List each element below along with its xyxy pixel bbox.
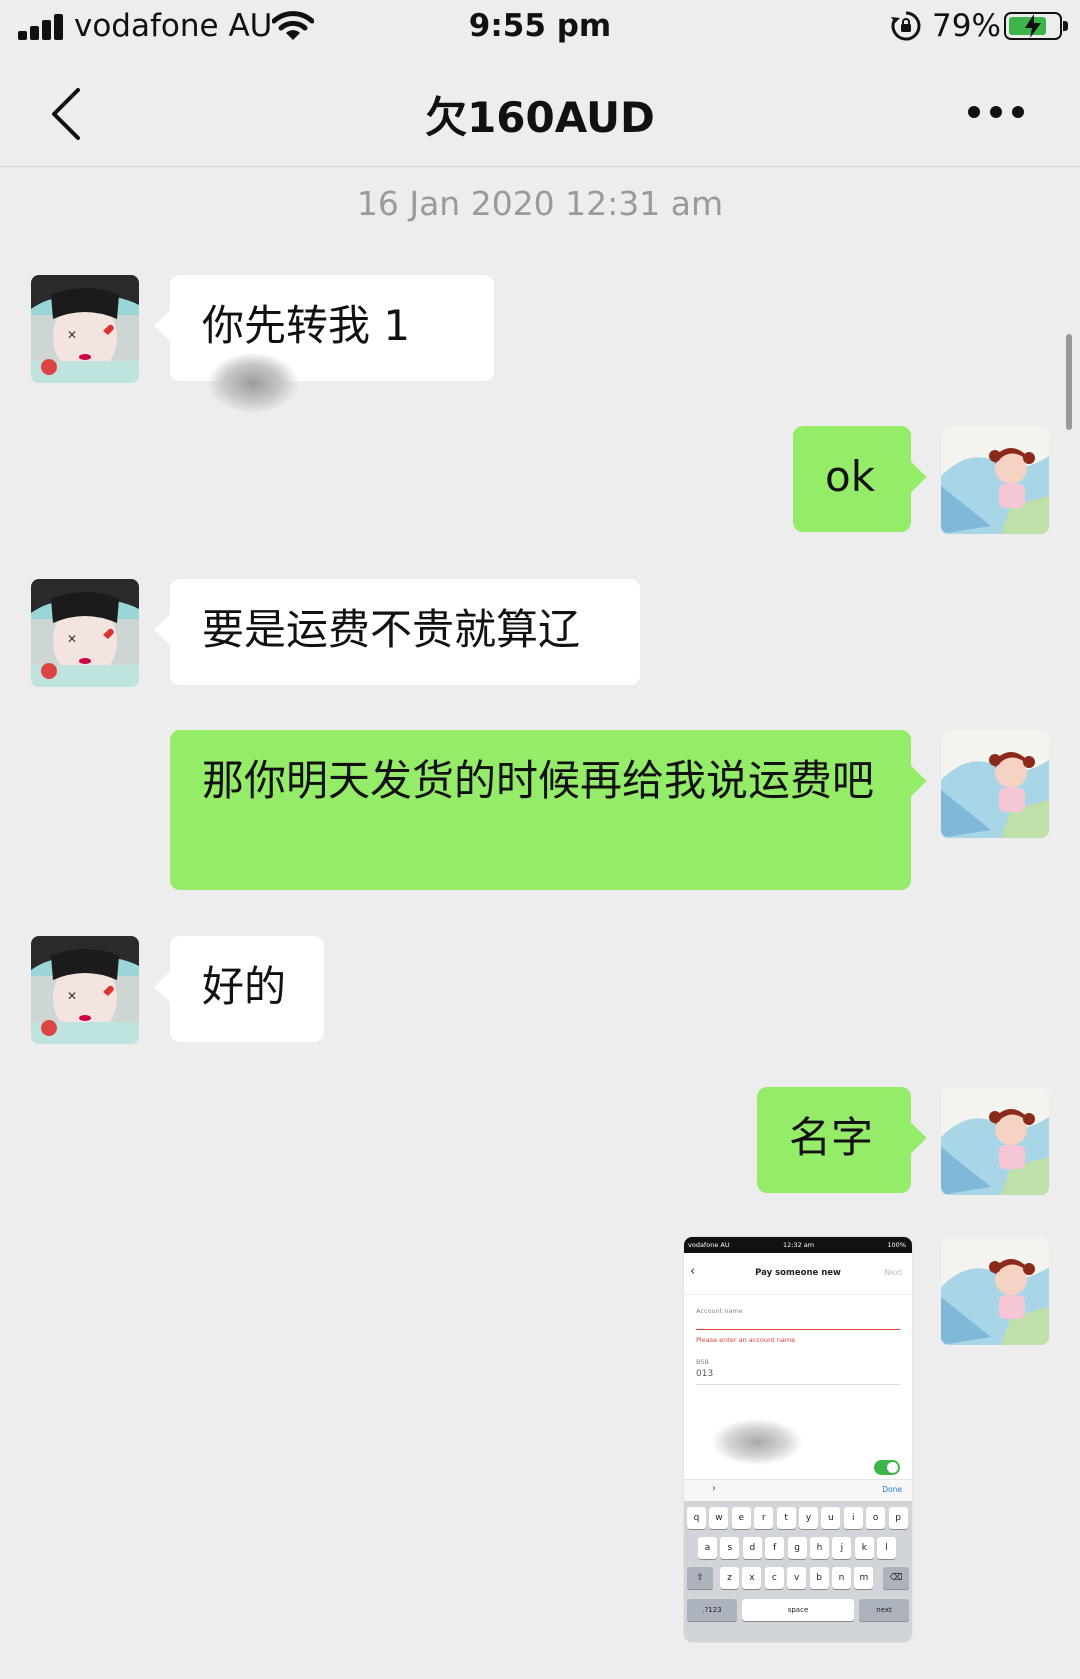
more-options-icon[interactable] xyxy=(968,106,1024,120)
screenshot-title: Pay someone new xyxy=(755,1268,841,1278)
status-bar: vodafone AU 9:55 pm 79% xyxy=(0,0,1080,62)
message-text: 那你明天发货的时候再给我说运费吧 xyxy=(202,756,875,805)
svg-text:✕: ✕ xyxy=(67,328,77,342)
user-avatar[interactable] xyxy=(941,426,1049,534)
message-text: 好的 xyxy=(202,962,287,1011)
user-avatar[interactable] xyxy=(941,1237,1049,1345)
screenshot-key: m xyxy=(854,1567,874,1589)
screenshot-key: z xyxy=(720,1567,739,1589)
screenshot-key: u xyxy=(821,1507,841,1529)
screenshot-toggle xyxy=(874,1460,900,1475)
message-timestamp: 16 Jan 2020 12:31 am xyxy=(356,184,724,223)
screenshot-key: q xyxy=(687,1507,706,1529)
svg-text:✕: ✕ xyxy=(67,989,77,1003)
message-bubble-outgoing[interactable]: ok xyxy=(793,426,911,532)
screenshot-bsb-label: BSB xyxy=(696,1358,709,1366)
screenshot-header: ‹ Pay someone new Next xyxy=(684,1253,912,1295)
scrollbar[interactable] xyxy=(1066,334,1072,430)
screenshot-error: Please enter an account name xyxy=(696,1336,796,1344)
screenshot-key: g xyxy=(787,1537,807,1559)
screenshot-key-space: space xyxy=(742,1599,854,1621)
screenshot-key: r xyxy=(754,1507,774,1529)
screenshot-key: t xyxy=(776,1507,796,1529)
redaction-smudge xyxy=(712,1419,802,1465)
screenshot-key: f xyxy=(765,1537,785,1559)
screenshot-battery: 100% xyxy=(887,1241,906,1249)
screenshot-delete-key: ⌫ xyxy=(883,1567,909,1589)
message-text: ok xyxy=(825,452,876,501)
rotation-lock-icon xyxy=(891,11,921,41)
screenshot-key: h xyxy=(810,1537,829,1559)
message-text: 要是运费不贵就算辽 xyxy=(202,605,581,654)
screenshot-key: s xyxy=(720,1537,740,1559)
charging-bolt-icon xyxy=(1025,14,1041,38)
svg-text:✕: ✕ xyxy=(67,632,77,646)
message-bubble-incoming[interactable]: 你先转我 1 xyxy=(170,275,494,413)
screenshot-time: 12:32 am xyxy=(783,1241,815,1249)
screenshot-key: l xyxy=(877,1537,897,1559)
user-avatar[interactable] xyxy=(941,1087,1049,1195)
screenshot-key: w xyxy=(709,1507,729,1529)
screenshot-key: j xyxy=(832,1537,852,1559)
screenshot-key: c xyxy=(764,1567,784,1589)
screenshot-key: a xyxy=(698,1537,717,1559)
redaction-smudge xyxy=(208,353,298,413)
screenshot-key-next: next xyxy=(859,1599,909,1621)
screenshot-key: v xyxy=(787,1567,807,1589)
screenshot-chevron-icon: › xyxy=(712,1483,716,1494)
message-bubble-outgoing[interactable]: 名字 xyxy=(757,1087,911,1193)
chat-header: 欠160AUD xyxy=(0,62,1080,167)
contact-avatar[interactable]: ✕ xyxy=(31,275,139,383)
screenshot-key: i xyxy=(843,1507,863,1529)
screenshot-status-bar: vodafone AU 12:32 am 100% xyxy=(684,1237,912,1253)
chat-title: 欠160AUD xyxy=(425,93,655,142)
screenshot-key: k xyxy=(854,1537,874,1559)
screenshot-account-name-label: Account name xyxy=(696,1307,743,1315)
screenshot-key: e xyxy=(731,1507,751,1529)
message-bubble-incoming[interactable]: 要是运费不贵就算辽 xyxy=(170,579,640,685)
user-avatar[interactable] xyxy=(941,730,1049,838)
screenshot-keyboard: qwertyuiop asdfghjkl z x c v b n m ⇧ ⌫ .?123 spa… xyxy=(684,1501,912,1642)
contact-avatar[interactable]: ✕ xyxy=(31,936,139,1044)
battery-percent: 79% xyxy=(932,8,1001,44)
screenshot-key-numbers: .?123 xyxy=(687,1599,737,1621)
screenshot-next: Next xyxy=(884,1268,902,1277)
screenshot-key: n xyxy=(832,1567,851,1589)
screenshot-key: x xyxy=(742,1567,762,1589)
message-text: 你先转我 1 xyxy=(202,301,411,350)
screenshot-key: o xyxy=(866,1507,886,1529)
screenshot-done: Done xyxy=(882,1485,902,1494)
screenshot-key: y xyxy=(799,1507,818,1529)
screenshot-key: d xyxy=(742,1537,762,1559)
screenshot-input-underline xyxy=(696,1329,900,1330)
screenshot-divider xyxy=(696,1384,900,1385)
battery-icon xyxy=(1004,12,1068,40)
screenshot-keyboard-toolbar: › Done xyxy=(684,1479,912,1501)
image-message-screenshot[interactable]: vodafone AU 12:32 am 100% ‹ Pay someone … xyxy=(684,1237,912,1642)
contact-avatar[interactable]: ✕ xyxy=(31,579,139,687)
message-bubble-outgoing[interactable]: 那你明天发货的时候再给我说运费吧 xyxy=(170,730,911,890)
screenshot-shift-key: ⇧ xyxy=(687,1567,713,1589)
screenshot-key: p xyxy=(888,1507,908,1529)
screenshot-carrier: vodafone AU xyxy=(688,1241,730,1249)
screenshot-key: b xyxy=(809,1567,829,1589)
message-bubble-incoming[interactable]: 好的 xyxy=(170,936,324,1042)
screenshot-bsb-value: 013 xyxy=(696,1369,714,1379)
message-text: 名字 xyxy=(789,1113,874,1162)
